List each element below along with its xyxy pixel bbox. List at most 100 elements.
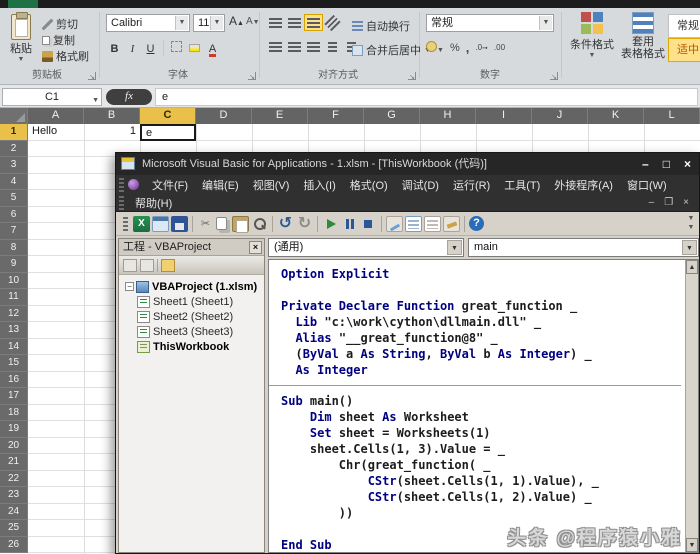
font-color-button[interactable]: A xyxy=(204,40,221,57)
row-header-3[interactable]: 3 xyxy=(0,157,28,174)
name-box[interactable]: C1▼ xyxy=(2,88,102,106)
cell-B1[interactable]: 1 xyxy=(84,124,140,141)
run-icon[interactable] xyxy=(322,216,339,232)
menu-item[interactable]: 格式(O) xyxy=(343,175,395,194)
reset-icon[interactable] xyxy=(360,216,377,232)
cell-C1[interactable]: e xyxy=(140,124,196,141)
grow-font-button[interactable]: A▲ xyxy=(229,14,244,28)
formula-input[interactable]: e xyxy=(155,88,698,106)
tree-item[interactable]: −VBAProject (1.xlsm) xyxy=(119,279,264,294)
align-left-button[interactable] xyxy=(266,38,285,55)
wrap-text-button[interactable]: 自动换行 xyxy=(352,18,410,34)
project-explorer-header[interactable]: 工程 - VBAProject × xyxy=(119,239,264,256)
row-header-19[interactable]: 19 xyxy=(0,421,28,438)
tree-item[interactable]: Sheet1 (Sheet1) xyxy=(119,294,264,309)
menu-item[interactable]: 编辑(E) xyxy=(195,175,246,194)
menu-item[interactable]: 帮助(H) xyxy=(128,194,179,211)
underline-button[interactable]: U xyxy=(142,40,159,57)
project-explorer-close-button[interactable]: × xyxy=(249,241,262,254)
row-header-24[interactable]: 24 xyxy=(0,504,28,521)
column-header-F[interactable]: F xyxy=(308,108,364,124)
column-header-I[interactable]: I xyxy=(476,108,532,124)
help-icon[interactable] xyxy=(469,216,484,231)
vba-titlebar[interactable]: Microsoft Visual Basic for Applications … xyxy=(116,153,699,175)
excel-icon[interactable] xyxy=(133,216,150,232)
shrink-font-button[interactable]: A▼ xyxy=(246,16,260,27)
format-painter-button[interactable]: 格式刷 xyxy=(42,48,89,64)
insert-function-button[interactable]: fx xyxy=(106,89,152,105)
code-editor[interactable]: Option ExplicitPrivate Declare Function … xyxy=(268,259,699,553)
number-dialog-launcher-icon[interactable] xyxy=(550,72,558,80)
decrease-indent-button[interactable] xyxy=(323,38,342,55)
percent-style-button[interactable]: % xyxy=(450,42,460,54)
project-explorer-icon[interactable] xyxy=(405,216,422,232)
font-dialog-launcher-icon[interactable] xyxy=(248,72,256,80)
number-format-combo[interactable]: 常规▼ xyxy=(426,14,554,32)
properties-window-icon[interactable] xyxy=(424,216,441,232)
toggle-folders-icon[interactable] xyxy=(161,259,175,272)
tree-expander-icon[interactable]: − xyxy=(125,282,134,291)
increase-decimal-button[interactable]: .0➞ xyxy=(475,43,488,52)
italic-button[interactable]: I xyxy=(124,40,141,57)
column-header-G[interactable]: G xyxy=(364,108,420,124)
paste-button[interactable]: 粘贴 ▼ xyxy=(4,14,38,68)
chevron-down-icon[interactable]: ▼ xyxy=(447,240,462,255)
scroll-up-icon[interactable]: ▲ xyxy=(686,260,698,274)
design-mode-icon[interactable] xyxy=(386,216,403,232)
clipboard-dialog-launcher-icon[interactable] xyxy=(88,72,96,80)
mdi-close-button[interactable]: × xyxy=(683,194,689,212)
row-header-17[interactable]: 17 xyxy=(0,388,28,405)
borders-button[interactable] xyxy=(168,40,185,57)
menu-item[interactable]: 工具(T) xyxy=(497,175,547,194)
row-header-13[interactable]: 13 xyxy=(0,322,28,339)
tree-item[interactable]: Sheet2 (Sheet2) xyxy=(119,309,264,324)
column-header-C[interactable]: C xyxy=(140,108,196,124)
row-header-15[interactable]: 15 xyxy=(0,355,28,372)
chevron-down-icon[interactable]: ▼ xyxy=(210,16,223,30)
font-name-combo[interactable]: Calibri▼ xyxy=(106,14,190,32)
maximize-button[interactable]: □ xyxy=(663,153,670,175)
save-icon[interactable] xyxy=(171,216,188,232)
mdi-restore-button[interactable]: ❐ xyxy=(664,194,673,212)
column-header-B[interactable]: B xyxy=(84,108,140,124)
menu-item[interactable]: 窗口(W) xyxy=(620,175,674,194)
column-header-K[interactable]: K xyxy=(588,108,644,124)
view-code-icon[interactable] xyxy=(123,259,137,272)
insert-userform-icon[interactable] xyxy=(152,216,169,232)
format-as-table-button[interactable]: 套用 表格格式 xyxy=(620,12,666,60)
cell-A1[interactable]: Hello xyxy=(28,124,84,141)
row-header-2[interactable]: 2 xyxy=(0,141,28,158)
row-header-22[interactable]: 22 xyxy=(0,471,28,488)
close-button[interactable]: × xyxy=(684,153,691,175)
merge-center-button[interactable]: 合并后居中 ▼ xyxy=(352,42,431,58)
file-tab-fragment[interactable] xyxy=(8,0,38,8)
tree-item[interactable]: ThisWorkbook xyxy=(119,339,264,354)
menu-item[interactable]: 插入(I) xyxy=(296,175,342,194)
decrease-decimal-button[interactable]: .00 xyxy=(494,43,505,52)
cut-button[interactable]: 剪切 xyxy=(42,16,89,32)
object-dropdown[interactable]: (通用)▼ xyxy=(268,238,464,257)
select-all-corner[interactable] xyxy=(0,108,28,124)
column-header-D[interactable]: D xyxy=(196,108,252,124)
font-size-combo[interactable]: 11▼ xyxy=(193,14,225,32)
procedure-dropdown[interactable]: main▼ xyxy=(468,238,699,257)
menu-item[interactable]: 调试(D) xyxy=(395,175,446,194)
toolbar-grip[interactable] xyxy=(119,196,124,210)
row-header-4[interactable]: 4 xyxy=(0,174,28,191)
row-header-18[interactable]: 18 xyxy=(0,405,28,422)
menu-item[interactable]: 运行(R) xyxy=(446,175,497,194)
conditional-formatting-button[interactable]: 条件格式 ▼ xyxy=(568,12,616,59)
column-header-H[interactable]: H xyxy=(420,108,476,124)
toolbar-grip[interactable] xyxy=(119,178,124,192)
row-header-9[interactable]: 9 xyxy=(0,256,28,273)
row-header-10[interactable]: 10 xyxy=(0,273,28,290)
row-header-6[interactable]: 6 xyxy=(0,207,28,224)
undo-icon[interactable] xyxy=(277,216,294,232)
chevron-down-icon[interactable]: ▼ xyxy=(92,93,99,109)
view-object-icon[interactable] xyxy=(140,259,154,272)
column-header-E[interactable]: E xyxy=(252,108,308,124)
row-header-26[interactable]: 26 xyxy=(0,537,28,554)
fill-color-button[interactable] xyxy=(186,40,203,57)
align-bottom-button[interactable] xyxy=(304,14,323,31)
row-header-7[interactable]: 7 xyxy=(0,223,28,240)
